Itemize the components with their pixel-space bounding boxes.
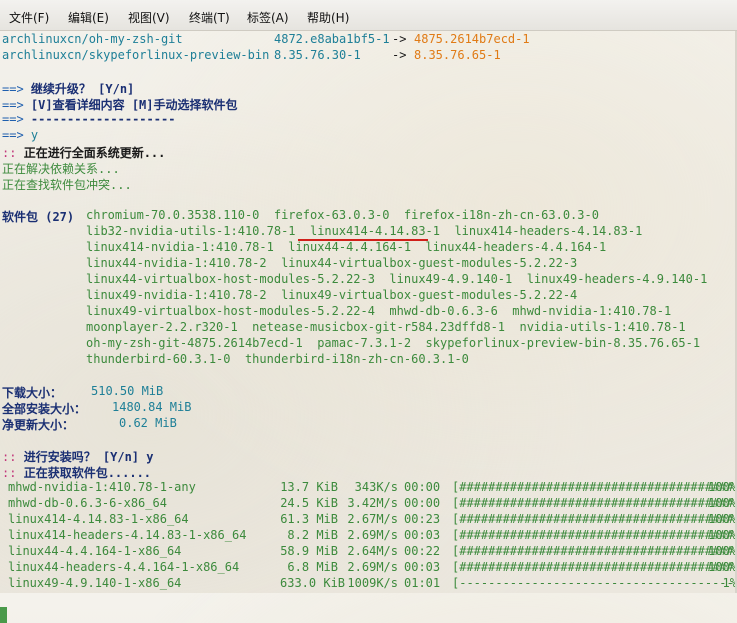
- download-size: 13.7 KiB: [280, 480, 338, 494]
- size-label: 净更新大小：: [2, 418, 75, 432]
- download-speed: 2.64M/s: [347, 544, 398, 558]
- download-speed: 343K/s: [354, 480, 398, 494]
- download-percent: 100%: [708, 480, 737, 494]
- download-percent: 100%: [708, 496, 737, 510]
- update-old-version: 4872.e8aba1bf5-1: [274, 32, 390, 46]
- download-progress-bar: [--------------------------------------]: [452, 576, 737, 590]
- package-line: linux49-virtualbox-host-modules-5.2.22-4…: [86, 304, 672, 318]
- terminal-output[interactable]: archlinuxcn/oh-my-zsh-git 4872.e8aba1bf5…: [0, 31, 737, 623]
- package-line: thunderbird-60.3.1-0 thunderbird-i18n-zh…: [86, 352, 469, 366]
- package-line: oh-my-zsh-git-4875.2614b7ecd-1 pamac-7.3…: [86, 336, 701, 350]
- download-progress-bar: [######################################]: [452, 512, 737, 526]
- resolve-line: 正在查找软件包冲突...: [2, 178, 132, 192]
- sysupgrade-text: 正在进行全面系统更新...: [23, 146, 166, 160]
- download-time: 00:22: [404, 544, 441, 558]
- menu-terminal[interactable]: 终端(T): [189, 9, 230, 26]
- download-size: 61.3 MiB: [280, 512, 338, 526]
- prompt-line: ==> --------------------: [2, 112, 175, 126]
- package-line: chromium-70.0.3538.110-0 firefox-63.0.3-…: [86, 208, 599, 222]
- update-old-version: 8.35.76.30-1: [274, 48, 361, 62]
- package-line: linux414-nvidia-1:410.78-1 linux44-4.4.1…: [86, 240, 607, 254]
- download-time: 01:01: [404, 576, 441, 590]
- download-speed: 2.69M/s: [347, 528, 398, 542]
- size-value: 0.62 MiB: [119, 416, 177, 430]
- download-name: linux414-headers-4.14.83-1-x86_64: [8, 528, 247, 542]
- download-time: 00:00: [404, 480, 441, 494]
- menu-help[interactable]: 帮助(H): [307, 9, 349, 26]
- marker: ::: [2, 450, 17, 464]
- prompt-line: ==> [V]查看详细内容 [M]手动选择软件包: [2, 96, 238, 113]
- terminal-cursor: [0, 607, 7, 623]
- download-time: 00:00: [404, 496, 441, 510]
- sysupgrade-line: :: 正在进行全面系统更新...: [2, 144, 165, 161]
- package-line: moonplayer-2.2.r320-1 netease-musicbox-g…: [86, 320, 686, 334]
- menu-view[interactable]: 视图(V): [128, 9, 170, 26]
- download-size: 58.9 MiB: [280, 544, 338, 558]
- prompt-text: y: [30, 128, 39, 142]
- download-progress-bar: [######################################]: [452, 496, 737, 510]
- size-value: 510.50 MiB: [91, 384, 164, 398]
- prompt-text: --------------------: [30, 112, 176, 126]
- download-progress-bar: [######################################]: [452, 480, 737, 494]
- download-name: linux414-4.14.83-1-x86_64: [8, 512, 189, 526]
- packages-label: 软件包 (27): [2, 210, 75, 224]
- download-size: 6.8 MiB: [287, 560, 338, 574]
- package-line: linux49-nvidia-1:410.78-2 linux49-virtua…: [86, 288, 578, 302]
- update-name: archlinuxcn/oh-my-zsh-git: [2, 32, 183, 46]
- prompt-text: [V]查看详细内容 [M]手动选择软件包: [30, 98, 238, 112]
- download-time: 00:23: [404, 512, 441, 526]
- marker: ::: [2, 466, 17, 480]
- download-progress-bar: [######################################]: [452, 560, 737, 574]
- download-percent: 100%: [708, 528, 737, 542]
- size-label: 全部安装大小：: [2, 402, 87, 416]
- update-new-version: 8.35.76.65-1: [414, 48, 501, 62]
- download-name: mhwd-db-0.6.3-6-x86_64: [8, 496, 167, 510]
- install-prompt: :: 进行安装吗？ [Y/n] y: [2, 448, 154, 465]
- menu-edit[interactable]: 编辑(E): [68, 9, 109, 26]
- download-size: 8.2 MiB: [287, 528, 338, 542]
- download-progress-bar: [######################################]: [452, 544, 737, 558]
- prompt-arrow: ==>: [2, 98, 24, 112]
- download-percent: 100%: [708, 512, 737, 526]
- download-percent: 100%: [708, 560, 737, 574]
- download-name: linux44-headers-4.4.164-1-x86_64: [8, 560, 240, 574]
- download-speed: 1009K/s: [347, 576, 398, 590]
- download-size: 24.5 KiB: [280, 496, 338, 510]
- update-arrow: ->: [392, 32, 407, 46]
- download-speed: 3.42M/s: [347, 496, 398, 510]
- menu-bar: 文件(F) 编辑(E) 视图(V) 终端(T) 标签(A) 帮助(H): [0, 0, 737, 31]
- install-prompt-text: 进行安装吗？ [Y/n] y: [23, 450, 154, 464]
- download-percent: 1%: [722, 576, 737, 590]
- fetch-text: 正在获取软件包......: [23, 466, 152, 480]
- download-progress-bar: [######################################]: [452, 528, 737, 542]
- prompt-line: ==> 继续升级？ [Y/n]: [2, 80, 134, 97]
- download-name: linux44-4.4.164-1-x86_64: [8, 544, 182, 558]
- package-line: linux44-virtualbox-host-modules-5.2.22-3…: [86, 272, 708, 286]
- menu-file[interactable]: 文件(F): [9, 9, 49, 26]
- prompt-text: 继续升级？ [Y/n]: [30, 82, 135, 96]
- menu-tabs[interactable]: 标签(A): [247, 9, 289, 26]
- update-name: archlinuxcn/skypeforlinux-preview-bin: [2, 48, 270, 62]
- update-new-version: 4875.2614b7ecd-1: [414, 32, 530, 46]
- resolve-line: 正在解决依赖关系...: [2, 162, 120, 176]
- download-speed: 2.69M/s: [347, 560, 398, 574]
- download-name: mhwd-nvidia-1:410.78-1-any: [8, 480, 196, 494]
- prompt-arrow: ==>: [2, 82, 24, 96]
- package-line: linux44-nvidia-1:410.78-2 linux44-virtua…: [86, 256, 578, 270]
- marker: ::: [2, 146, 17, 160]
- size-label: 下载大小：: [2, 386, 63, 400]
- fetch-line: :: 正在获取软件包......: [2, 464, 151, 481]
- download-size: 633.0 KiB: [280, 576, 346, 590]
- download-name: linux49-4.9.140-1-x86_64: [8, 576, 182, 590]
- prompt-line: ==> y: [2, 128, 38, 142]
- update-arrow: ->: [392, 48, 407, 62]
- package-line: lib32-nvidia-utils-1:410.78-1 linux414-4…: [86, 224, 643, 238]
- download-time: 00:03: [404, 528, 441, 542]
- download-speed: 2.67M/s: [347, 512, 398, 526]
- size-value: 1480.84 MiB: [112, 400, 192, 414]
- prompt-arrow: ==>: [2, 128, 24, 142]
- prompt-arrow: ==>: [2, 112, 24, 126]
- download-percent: 100%: [708, 544, 737, 558]
- download-time: 00:03: [404, 560, 441, 574]
